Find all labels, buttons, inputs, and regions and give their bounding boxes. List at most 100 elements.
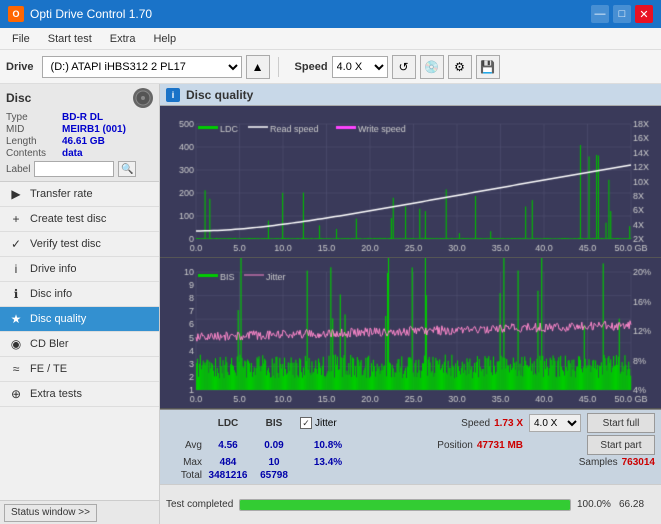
position-info: Position 47731 MB xyxy=(437,440,523,451)
cd-bler-icon: ◉ xyxy=(8,337,24,351)
total-ldc: 3481216 xyxy=(208,470,248,481)
drive-info-icon: i xyxy=(8,262,24,276)
drive-info-label: Drive info xyxy=(30,263,76,275)
transfer-rate-label: Transfer rate xyxy=(30,188,93,200)
close-button[interactable]: ✕ xyxy=(635,5,653,23)
menu-start-test[interactable]: Start test xyxy=(40,31,100,47)
progress-bar xyxy=(239,499,571,511)
cd-bler-label: CD Bler xyxy=(30,338,69,350)
sidebar-item-create-test-disc[interactable]: + Create test disc xyxy=(0,207,159,232)
type-key: Type xyxy=(6,112,62,123)
label-browse-button[interactable]: 🔍 xyxy=(118,161,136,177)
sidebar-item-fe-te[interactable]: ≈ FE / TE xyxy=(0,357,159,382)
sidebar-item-cd-bler[interactable]: ◉ CD Bler xyxy=(0,332,159,357)
progress-bar-fill xyxy=(240,500,570,510)
disc-info-icon: ℹ xyxy=(8,287,24,301)
speed-val: 1.73 X xyxy=(494,418,523,429)
samples-info: Samples 763014 xyxy=(579,457,655,468)
sidebar: Disc Type BD-R DL MID MEIRB1 (001) Lengt… xyxy=(0,84,160,524)
content-area: i Disc quality LDC BIS ✓ Jitter xyxy=(160,84,661,524)
charts-area xyxy=(160,106,661,409)
menu-file[interactable]: File xyxy=(4,31,38,47)
toolbar-separator xyxy=(278,57,279,77)
length-key: Length xyxy=(6,136,62,147)
speed-info: Speed 1.73 X xyxy=(461,418,523,429)
mid-val: MEIRB1 (001) xyxy=(62,124,126,135)
bis-jitter-chart xyxy=(160,258,661,409)
menu-extra[interactable]: Extra xyxy=(102,31,144,47)
fe-te-icon: ≈ xyxy=(8,362,24,376)
menu-help[interactable]: Help xyxy=(145,31,184,47)
jitter-check: ✓ Jitter xyxy=(300,417,337,429)
nav-items: ▶ Transfer rate + Create test disc ✓ Ver… xyxy=(0,182,159,500)
sidebar-item-verify-test-disc[interactable]: ✓ Verify test disc xyxy=(0,232,159,257)
length-val: 46.61 GB xyxy=(62,136,105,147)
label-input[interactable] xyxy=(34,161,114,177)
avg-bis: 0.09 xyxy=(254,440,294,451)
samples-label: Samples xyxy=(579,457,618,468)
disc-btn[interactable]: 💿 xyxy=(420,55,444,79)
settings-btn[interactable]: ⚙ xyxy=(448,55,472,79)
speed-label: Speed xyxy=(295,61,328,73)
sidebar-item-drive-info[interactable]: i Drive info xyxy=(0,257,159,282)
jitter-label: Jitter xyxy=(315,418,337,429)
speed-select-stats[interactable]: 4.0 X xyxy=(529,414,581,432)
max-bis: 10 xyxy=(254,457,294,468)
sidebar-item-extra-tests[interactable]: ⊕ Extra tests xyxy=(0,382,159,407)
status-bar-sidebar: Status window >> xyxy=(0,500,159,524)
stats-area: LDC BIS ✓ Jitter Speed 1.73 X 4.0 X Star… xyxy=(160,409,661,484)
mid-key: MID xyxy=(6,124,62,135)
minimize-button[interactable]: — xyxy=(591,5,609,23)
save-button[interactable]: 💾 xyxy=(476,55,500,79)
status-window-button[interactable]: Status window >> xyxy=(4,504,97,522)
progress-percent: 100.0% xyxy=(577,499,613,510)
disc-quality-label: Disc quality xyxy=(30,313,86,325)
sidebar-item-disc-info[interactable]: ℹ Disc info xyxy=(0,282,159,307)
app-icon: O xyxy=(8,6,24,22)
create-test-disc-icon: + xyxy=(8,212,24,226)
dq-title: Disc quality xyxy=(186,88,253,102)
type-val: BD-R DL xyxy=(62,112,103,123)
stats-max-row: Max 484 10 13.4% Samples 763014 xyxy=(166,457,655,468)
title-bar: O Opti Drive Control 1.70 — □ ✕ xyxy=(0,0,661,28)
contents-val: data xyxy=(62,148,83,159)
eject-button[interactable]: ▲ xyxy=(246,55,270,79)
col-bis-header: BIS xyxy=(254,418,294,429)
ldc-chart xyxy=(160,106,661,258)
sidebar-item-disc-quality[interactable]: ★ Disc quality xyxy=(0,307,159,332)
disc-icon xyxy=(133,88,153,108)
position-label: Position xyxy=(437,440,473,451)
start-part-button[interactable]: Start part xyxy=(587,435,655,455)
avg-ldc: 4.56 xyxy=(208,440,248,451)
max-jitter: 13.4% xyxy=(300,457,356,468)
extra-val: 66.28 xyxy=(619,499,655,510)
speed-label: Speed xyxy=(461,418,490,429)
drive-select[interactable]: (D:) ATAPI iHBS312 2 PL17 xyxy=(42,56,242,78)
disc-section-label: Disc xyxy=(6,91,31,105)
menu-bar: File Start test Extra Help xyxy=(0,28,661,50)
extra-tests-icon: ⊕ xyxy=(8,387,24,401)
stats-header-row: LDC BIS ✓ Jitter Speed 1.73 X 4.0 X Star… xyxy=(166,413,655,433)
max-label: Max xyxy=(166,457,202,468)
main-layout: Disc Type BD-R DL MID MEIRB1 (001) Lengt… xyxy=(0,84,661,524)
start-full-button[interactable]: Start full xyxy=(587,413,655,433)
fe-te-label: FE / TE xyxy=(30,363,67,375)
extra-tests-label: Extra tests xyxy=(30,388,82,400)
disc-quality-icon: ★ xyxy=(8,312,24,326)
label-key: Label xyxy=(6,164,30,175)
transfer-rate-icon: ▶ xyxy=(8,187,24,201)
app-title: Opti Drive Control 1.70 xyxy=(30,7,152,21)
bis-jitter-canvas xyxy=(160,258,661,408)
verify-test-disc-label: Verify test disc xyxy=(30,238,101,250)
maximize-button[interactable]: □ xyxy=(613,5,631,23)
drive-label: Drive xyxy=(6,61,34,73)
samples-val: 763014 xyxy=(622,457,655,468)
toolbar: Drive (D:) ATAPI iHBS312 2 PL17 ▲ Speed … xyxy=(0,50,661,84)
speed-select-toolbar[interactable]: 4.0 X xyxy=(332,56,388,78)
ldc-canvas xyxy=(160,106,661,257)
dq-icon: i xyxy=(166,88,180,102)
avg-label: Avg xyxy=(166,440,202,451)
jitter-checkbox[interactable]: ✓ xyxy=(300,417,312,429)
refresh-button[interactable]: ↺ xyxy=(392,55,416,79)
sidebar-item-transfer-rate[interactable]: ▶ Transfer rate xyxy=(0,182,159,207)
